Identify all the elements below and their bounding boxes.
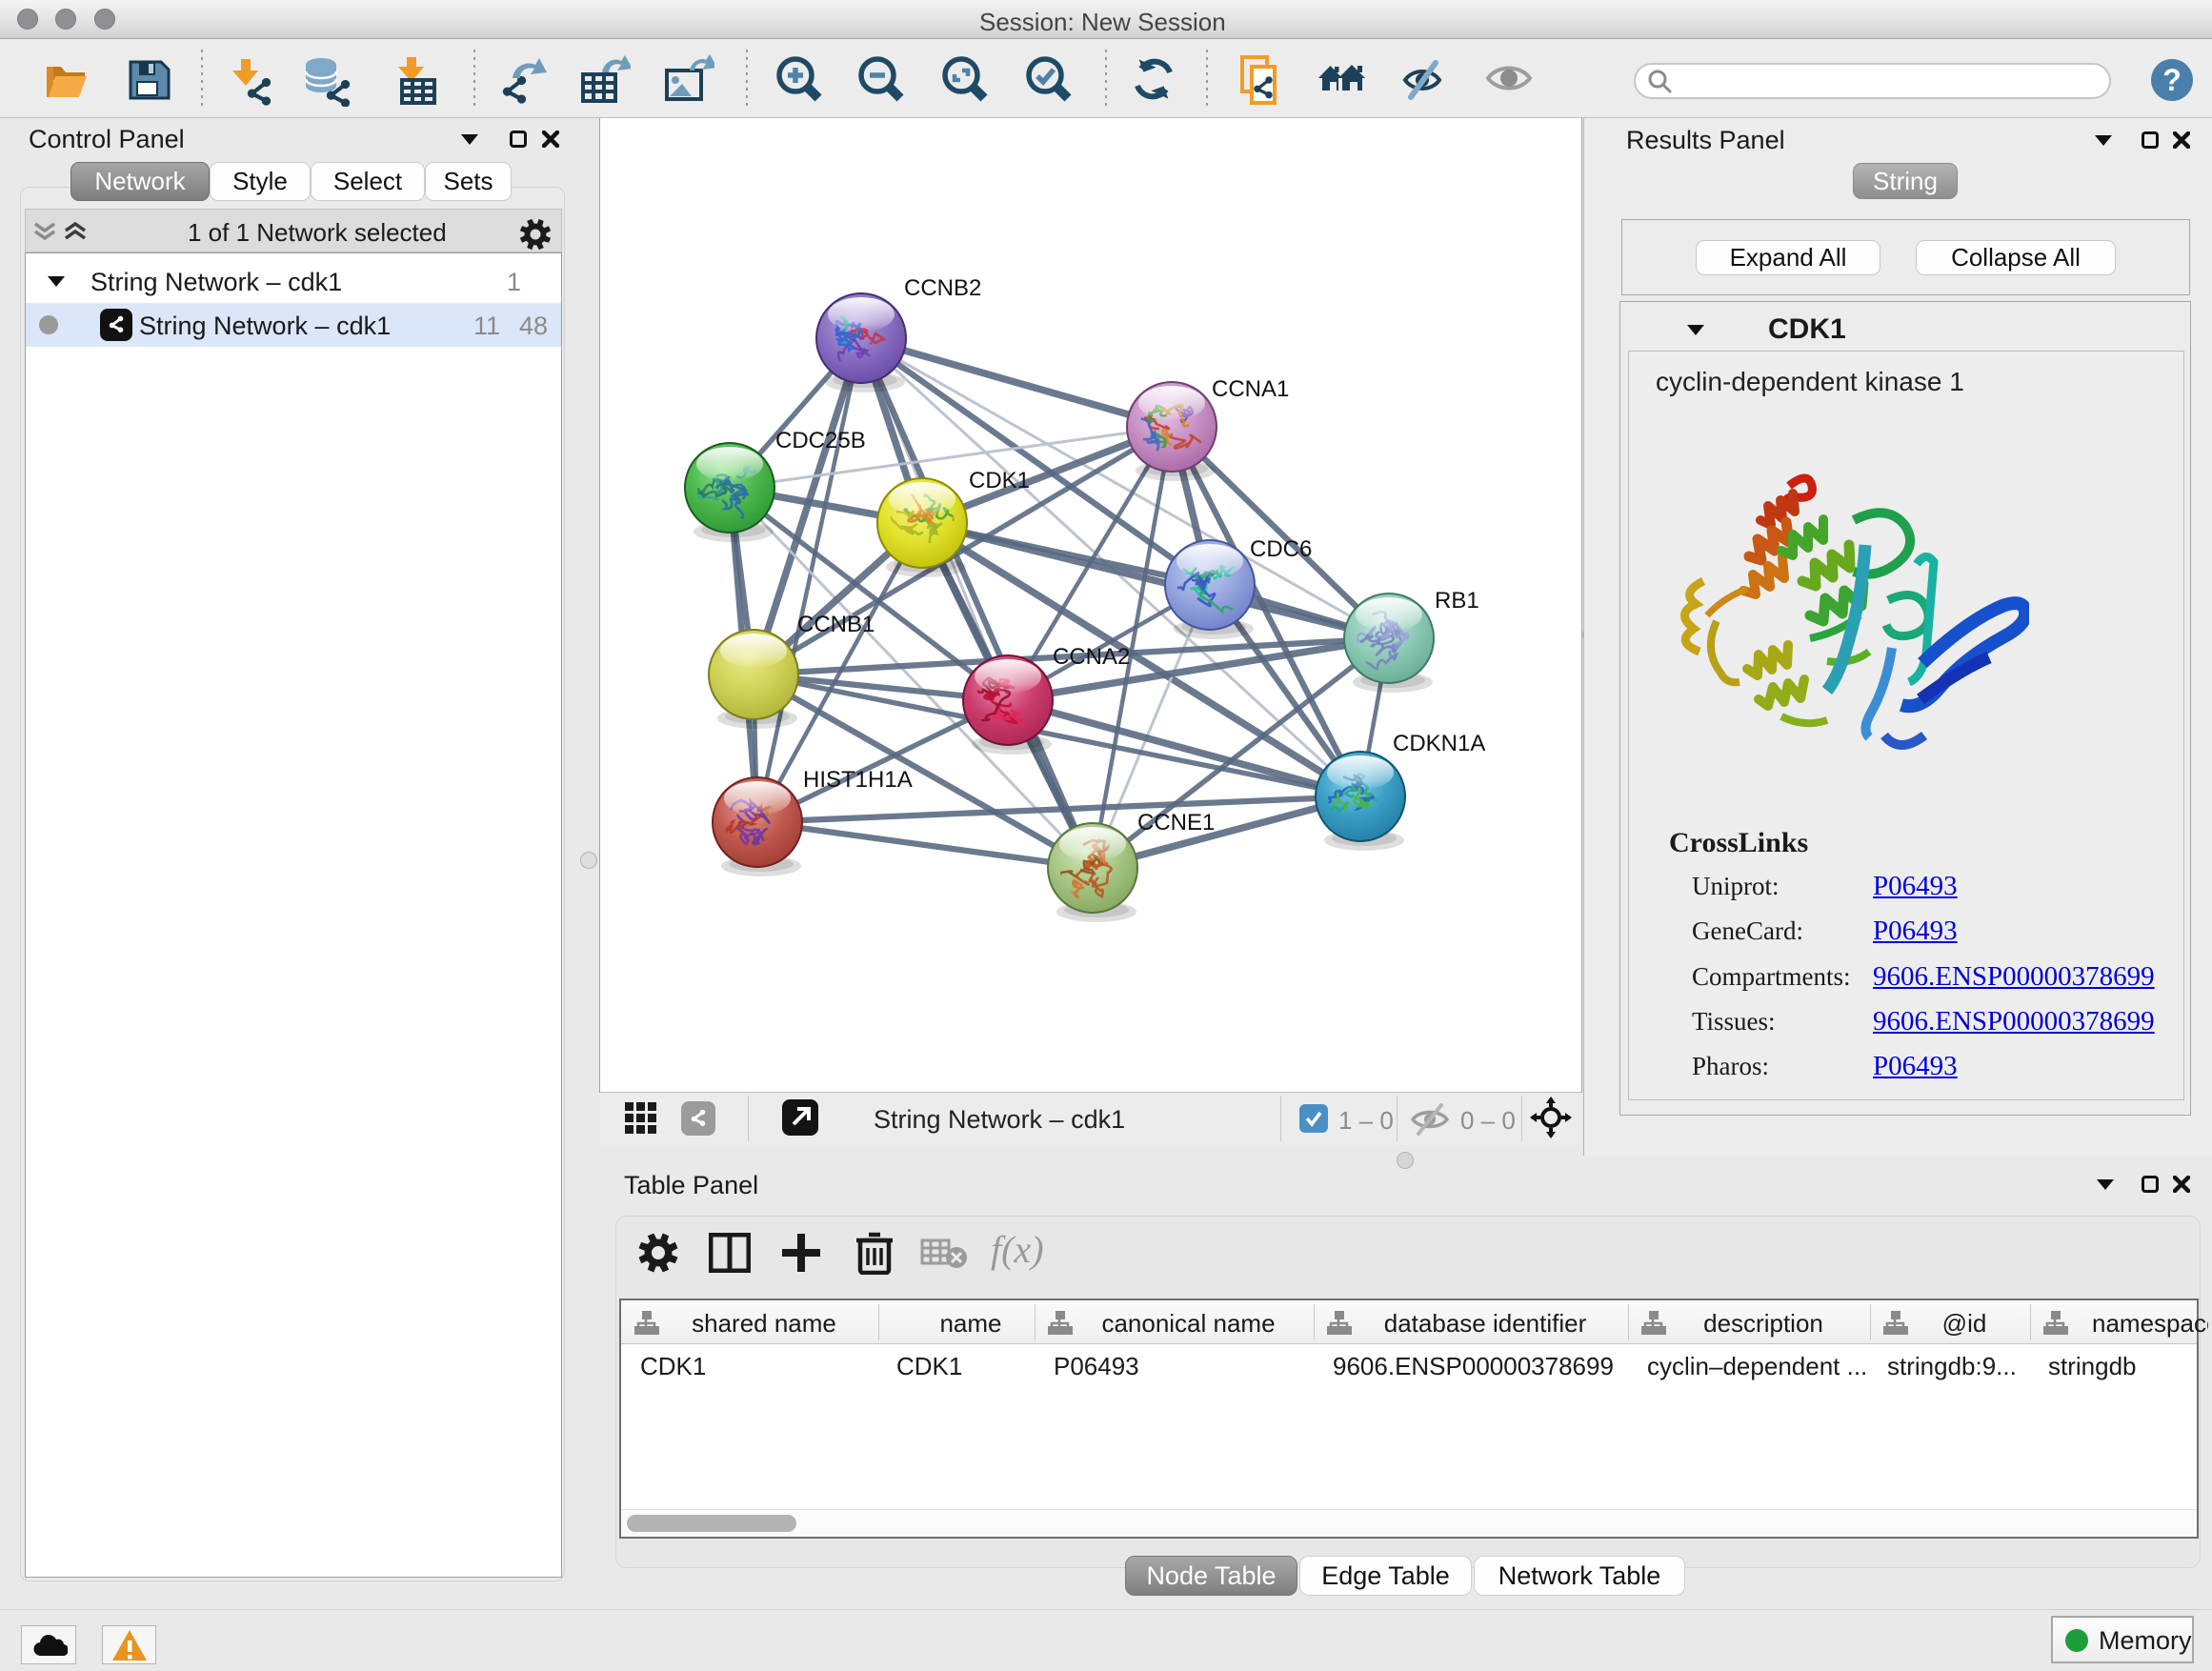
svg-text:CDC25B: CDC25B [775, 428, 866, 453]
svg-text:CDC6: CDC6 [1250, 536, 1312, 562]
svg-text:CDK1: CDK1 [969, 468, 1030, 493]
svg-text:CCNB2: CCNB2 [904, 275, 981, 301]
svg-text:CCNA2: CCNA2 [1053, 644, 1130, 670]
svg-text:HIST1H1A: HIST1H1A [803, 767, 913, 793]
svg-text:RB1: RB1 [1435, 588, 1479, 614]
svg-text:CCNB1: CCNB1 [797, 612, 875, 637]
svg-text:CDKN1A: CDKN1A [1393, 731, 1485, 756]
svg-text:CCNA1: CCNA1 [1212, 376, 1289, 402]
svg-text:CCNE1: CCNE1 [1137, 810, 1215, 836]
